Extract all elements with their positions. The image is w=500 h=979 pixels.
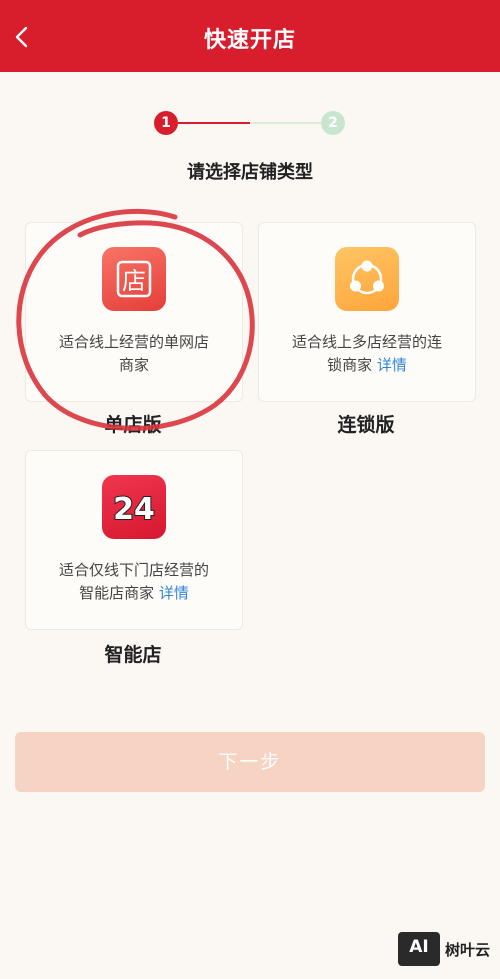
store-type-card-chain[interactable]: 适合线上多店经营的连 锁商家 详情 xyxy=(258,222,476,402)
description-line-1: 适合仅线下门店经营的 xyxy=(58,561,209,579)
description-line-1: 适合线上多店经营的连 xyxy=(291,333,442,351)
page-title: 快速开店 xyxy=(203,28,296,53)
description-line-2: 锁商家 详情 xyxy=(271,354,463,377)
top-bar: 快速开店 xyxy=(0,0,500,72)
description-text: 智能店商家 xyxy=(79,584,155,602)
store-type-card-smart[interactable]: 24 适合仅线下门店经营的 智能店商家 详情 xyxy=(25,450,243,630)
description-line-1: 适合线上经营的单网店 xyxy=(58,333,209,351)
svg-text:24: 24 xyxy=(113,492,155,527)
svg-text:店: 店 xyxy=(122,267,146,295)
watermark-text: 树叶云 xyxy=(445,941,491,959)
store-type-card-single[interactable]: 店 适合线上经营的单网店 商家 xyxy=(25,222,243,402)
card-description: 适合线上多店经营的连 锁商家 详情 xyxy=(271,331,463,377)
description-line-2: 商家 xyxy=(118,356,149,374)
step-1-circle: 1 xyxy=(154,111,178,135)
chain-icon xyxy=(335,247,399,311)
watermark-logo: AI xyxy=(398,932,440,966)
store-icon: 店 xyxy=(102,247,166,311)
details-link[interactable]: 详情 xyxy=(159,584,189,602)
card-label-chain[interactable]: 连锁版 xyxy=(258,410,474,437)
card-label-single[interactable]: 单店版 xyxy=(25,410,241,437)
next-step-button[interactable]: 下一步 xyxy=(15,732,485,792)
card-description: 适合线上经营的单网店 商家 xyxy=(38,331,230,377)
24-hour-icon: 24 xyxy=(102,475,166,539)
step-2-circle: 2 xyxy=(321,111,345,135)
details-link[interactable]: 详情 xyxy=(377,356,407,374)
description-text: 锁商家 xyxy=(327,356,373,374)
card-label-smart[interactable]: 智能店 xyxy=(25,640,241,667)
step-remaining-line xyxy=(250,122,321,124)
description-line-2: 智能店商家 详情 xyxy=(38,582,230,605)
step-indicator: 1 2 xyxy=(150,108,350,138)
card-description: 适合仅线下门店经营的 智能店商家 详情 xyxy=(38,559,230,605)
watermark: AI 树叶云 xyxy=(398,930,498,970)
step-progress-line xyxy=(178,122,250,124)
section-subtitle: 请选择店铺类型 xyxy=(187,162,313,183)
